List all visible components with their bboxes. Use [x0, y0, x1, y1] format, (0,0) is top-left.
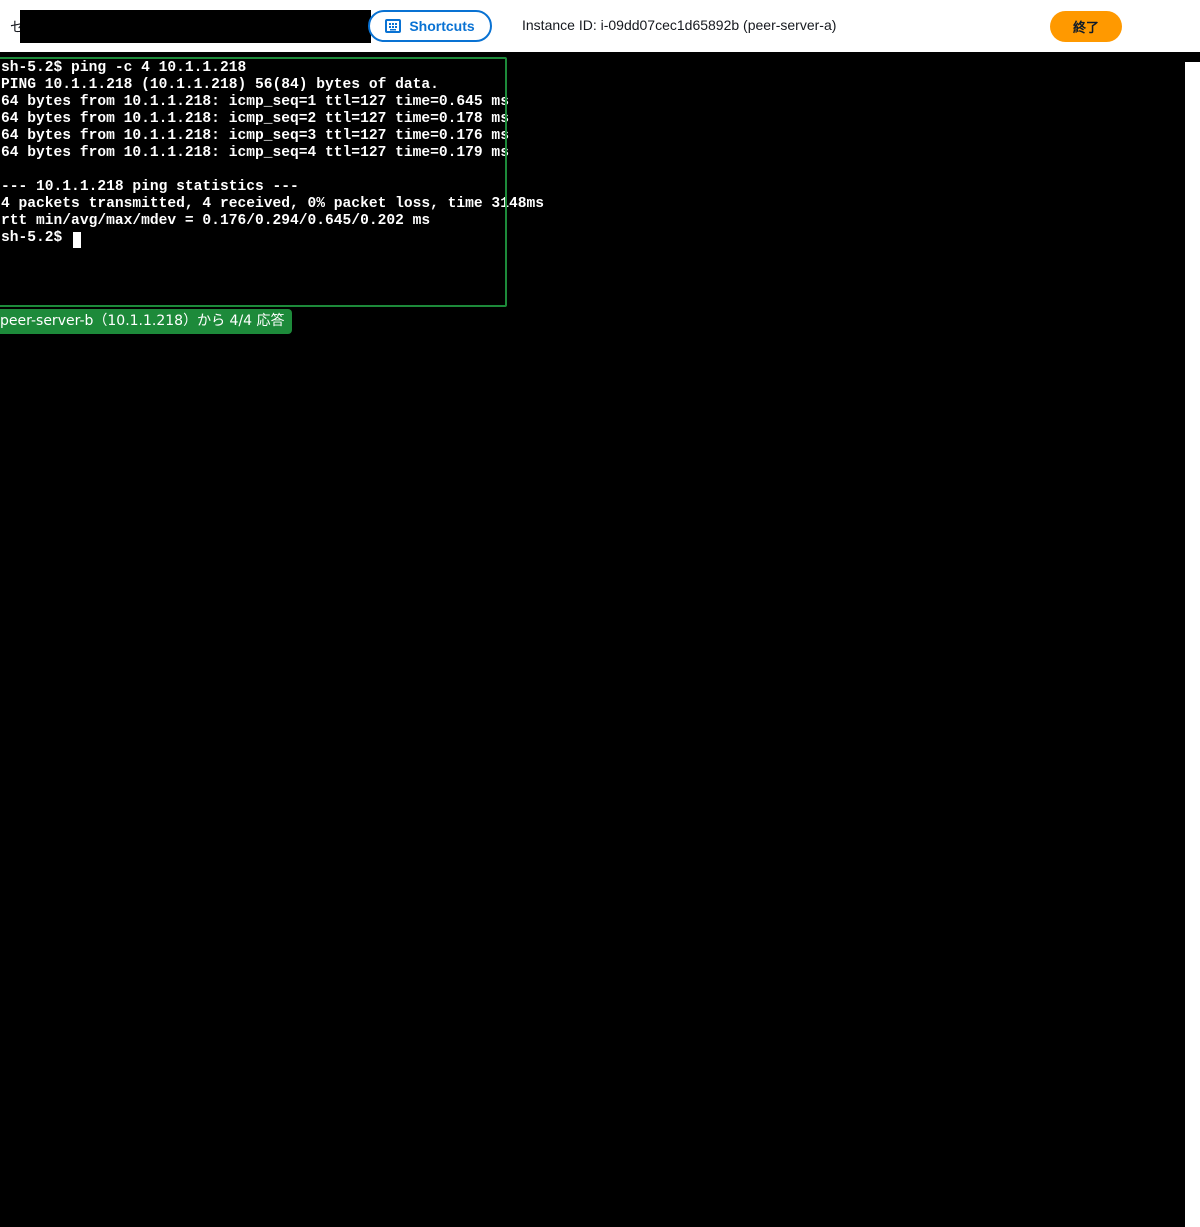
keyboard-icon [385, 19, 402, 33]
shortcuts-label: Shortcuts [409, 18, 475, 34]
terminate-button[interactable]: 終了 [1050, 11, 1122, 42]
output-highlight-box [0, 57, 507, 307]
annotation-label: peer-server-b（10.1.1.218）から 4/4 応答 [0, 309, 292, 334]
instance-id-label: Instance ID: i-09dd07cec1d65892b (peer-s… [522, 17, 837, 33]
terminal-scrollbar[interactable] [1185, 62, 1200, 1227]
terminal-window[interactable]: sh-5.2$ ping -c 4 10.1.1.218 PING 10.1.1.… [0, 52, 1200, 1227]
shortcuts-button[interactable]: Shortcuts [368, 10, 492, 42]
redacted-area [20, 10, 371, 43]
session-header: セ Shortcuts Instance ID: i-09dd07cec1d65… [0, 0, 1200, 52]
